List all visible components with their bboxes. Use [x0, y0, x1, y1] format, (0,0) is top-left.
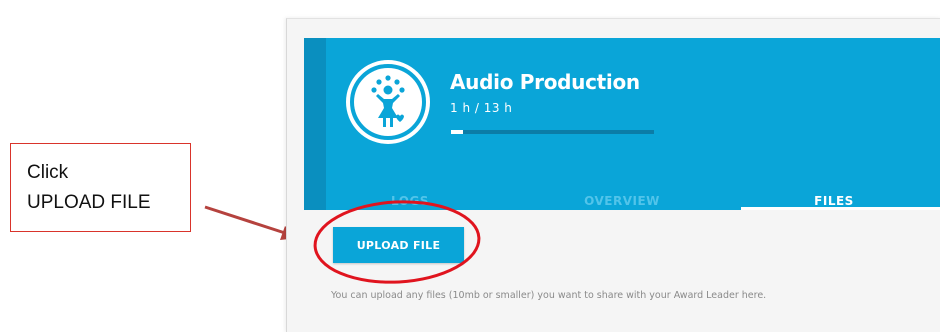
tab-overview[interactable]: OVERVIEW: [516, 194, 728, 208]
tab-files[interactable]: FILES: [728, 194, 940, 208]
hours-progress-fill: [451, 130, 464, 134]
award-header: Audio Production 1 h / 13 h LOGS OVERVIE…: [304, 38, 940, 210]
upload-file-button[interactable]: UPLOAD FILE: [333, 227, 464, 263]
header-side-strip: [304, 38, 326, 210]
tab-logs[interactable]: LOGS: [304, 194, 516, 208]
upload-help-text: You can upload any files (10mb or smalle…: [331, 290, 767, 301]
hours-progress-bar: [451, 130, 654, 134]
award-hours: 1 h / 13 h: [450, 101, 513, 115]
award-avatar: [346, 60, 430, 144]
active-tab-indicator: [741, 207, 940, 210]
award-title: Audio Production: [450, 70, 640, 94]
award-panel: Audio Production 1 h / 13 h LOGS OVERVIE…: [286, 18, 940, 332]
juggler-figure-icon: [371, 75, 405, 127]
